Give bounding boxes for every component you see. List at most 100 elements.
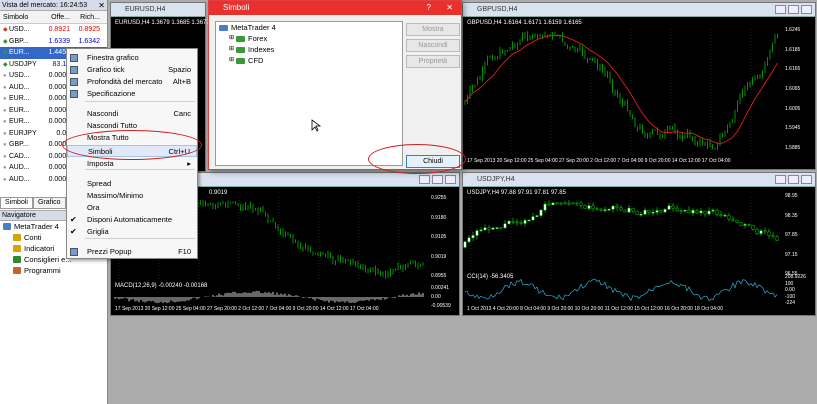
tree-node[interactable]: MetaTrader 4 [216, 22, 402, 33]
price-axis-label: 98.35 [785, 212, 798, 219]
symbol-name: AUD... [9, 83, 30, 91]
price-axis-label: 97.15 [785, 251, 798, 258]
menu-shortcut: Spazio [168, 65, 191, 74]
menu-item-label: Prezzi Popup [87, 247, 132, 256]
close-icon[interactable]: ✕ [446, 1, 453, 15]
highlight-oval [62, 130, 202, 160]
symbol-name: AUD... [9, 175, 30, 183]
minimize-icon[interactable] [775, 175, 786, 184]
folder-icon [13, 245, 21, 252]
tree-node[interactable]: ⊞ CFD [216, 55, 402, 66]
menu-item-label: Disponi Automaticamente [87, 215, 173, 224]
menu-item[interactable]: Profondità del mercato Alt+B [67, 76, 197, 88]
maximize-icon[interactable] [788, 175, 799, 184]
menu-item[interactable]: Massimo/Minimo [67, 190, 197, 202]
close-icon[interactable] [445, 175, 456, 184]
market-watch-row[interactable]: ◆USD... 0.8921 0.8925 [0, 24, 107, 36]
chart-tab-eurusd[interactable]: EURUSD,H4 [111, 6, 165, 13]
chart-tab-usdjpy[interactable]: USDJPY,H4 [463, 176, 515, 183]
minimize-icon[interactable] [419, 175, 430, 184]
time-axis-usdjpy: 1 Oct 2013 4 Oct 20:00 8 Oct 04:00 9 Oct… [467, 306, 723, 312]
price-chart-gbpusd [464, 29, 778, 155]
navigator-item-label: Conti [24, 233, 42, 242]
cci-axis-label: -224 [785, 300, 796, 306]
navigator-item[interactable]: Programmi [0, 265, 107, 276]
menu-separator [85, 238, 195, 239]
maximize-icon[interactable] [788, 5, 799, 14]
close-icon[interactable]: ✕ [98, 0, 105, 11]
properties-button[interactable]: Proprietà [406, 55, 460, 68]
price-axis-label: 0.9180 [431, 214, 447, 221]
menu-item[interactable]: ✔ Griglia [67, 226, 197, 238]
column-bid[interactable]: Offe... [38, 11, 70, 23]
market-watch-header: Simbolo Offe... Rich... [0, 11, 107, 24]
menu-item[interactable]: Specificazione [67, 88, 197, 100]
menu-item-label: Finestra grafico [87, 53, 139, 62]
menu-item[interactable]: Finestra grafico [67, 52, 197, 64]
navigator-item-label: MetaTrader 4 [14, 222, 59, 231]
chart-window-gbpusd[interactable]: GBPUSD,H4 GBPUSD,H4 1.6164 1.6171 1.6159… [462, 2, 816, 170]
dialog-title: Simboli [223, 3, 250, 12]
market-watch-row[interactable]: ◆GBP... 1.6339 1.6342 [0, 36, 107, 48]
menu-item[interactable]: Nascondi Canc [67, 108, 197, 120]
symbol-name: EURJPY [9, 129, 37, 137]
folder-icon [13, 234, 21, 241]
column-ask[interactable]: Rich... [70, 11, 102, 23]
tab-chart[interactable]: Grafico [32, 198, 66, 209]
menu-shortcut: Alt+B [172, 77, 191, 86]
menu-item-label: Profondità del mercato [87, 77, 163, 86]
minimize-icon[interactable] [775, 5, 786, 14]
maximize-icon[interactable] [432, 175, 443, 184]
menu-item[interactable]: ✔ Disponi Automaticamente [67, 214, 197, 226]
chart-window-usdjpy[interactable]: USDJPY,H4 USDJPY,H4 97.88 97.91 97.81 97… [462, 172, 816, 316]
price-axis-label: 1.6165 [785, 66, 801, 73]
symbol-name: AUD... [9, 164, 30, 171]
hide-button[interactable]: Nascondi [406, 39, 460, 52]
folder-icon [13, 256, 21, 263]
folder-icon [236, 57, 246, 64]
close-icon[interactable] [801, 175, 812, 184]
column-symbol[interactable]: Simbolo [0, 11, 38, 23]
show-button[interactable]: Mostra [406, 23, 460, 36]
menu-shortcut: ▸ [187, 159, 191, 168]
price-axis-label: 0.9105 [431, 234, 447, 240]
chart-header-usdchf: 0.9019 [209, 190, 228, 196]
macd-chart [112, 290, 424, 304]
time-axis-usdchf: 17 Sep 2013 20 Sep 12:00 25 Sep 04:00 27… [115, 306, 379, 312]
tree-node-label: CFD [248, 56, 264, 65]
menu-item[interactable]: Spread [67, 178, 197, 190]
menu-item[interactable]: Grafico tick Spazio [67, 64, 197, 76]
expand-icon[interactable]: ⊞ [229, 55, 234, 66]
menu-item-label: Griglia [87, 227, 109, 236]
close-icon[interactable] [801, 5, 812, 14]
chart-header-gbpusd: GBPUSD,H4 1.6164 1.6171 1.6159 1.6165 [467, 20, 582, 26]
chart-tab-gbpusd[interactable]: GBPUSD,H4 [463, 6, 517, 13]
menu-item-label: Massimo/Minimo [87, 191, 144, 200]
symbol-name: EUR... [9, 49, 30, 56]
price-axis-label: 1.5885 [785, 145, 801, 151]
tree-node[interactable]: ⊞ Indexes [216, 44, 402, 55]
help-icon[interactable]: ? [427, 1, 431, 15]
expand-icon[interactable]: ⊞ [229, 44, 234, 55]
menu-shortcut: F10 [178, 247, 191, 256]
folder-icon [236, 35, 246, 42]
expand-icon[interactable]: ⊞ [229, 33, 234, 44]
tab-symbols[interactable]: Simboli [0, 198, 33, 209]
folder-icon [13, 267, 21, 274]
menu-item[interactable]: Prezzi Popup F10 [67, 246, 197, 258]
cci-axis-label: 100 [785, 280, 794, 287]
tree-node-label: Forex [248, 34, 268, 43]
macd-axis-label: 0.00 [431, 294, 441, 300]
symbol-tree: MetaTrader 4 ⊞ Forex ⊞ Indexes ⊞ CFD [215, 21, 403, 166]
price-axis-label: 0.9019 [431, 253, 447, 260]
symbol-name: GBP... [9, 141, 29, 148]
menu-item-label: Grafico tick [87, 65, 125, 74]
tree-node[interactable]: ⊞ Forex [216, 33, 402, 44]
popup-icon [70, 248, 78, 256]
menu-item-label: Nascondi Tutto [87, 121, 138, 130]
menu-item[interactable]: Ora [67, 202, 197, 214]
tree-node-label: MetaTrader 4 [231, 23, 276, 32]
mouse-cursor-icon [311, 119, 321, 132]
cci-axis-label: 0.00 [785, 287, 795, 293]
price-axis-label: 1.6005 [785, 105, 801, 112]
